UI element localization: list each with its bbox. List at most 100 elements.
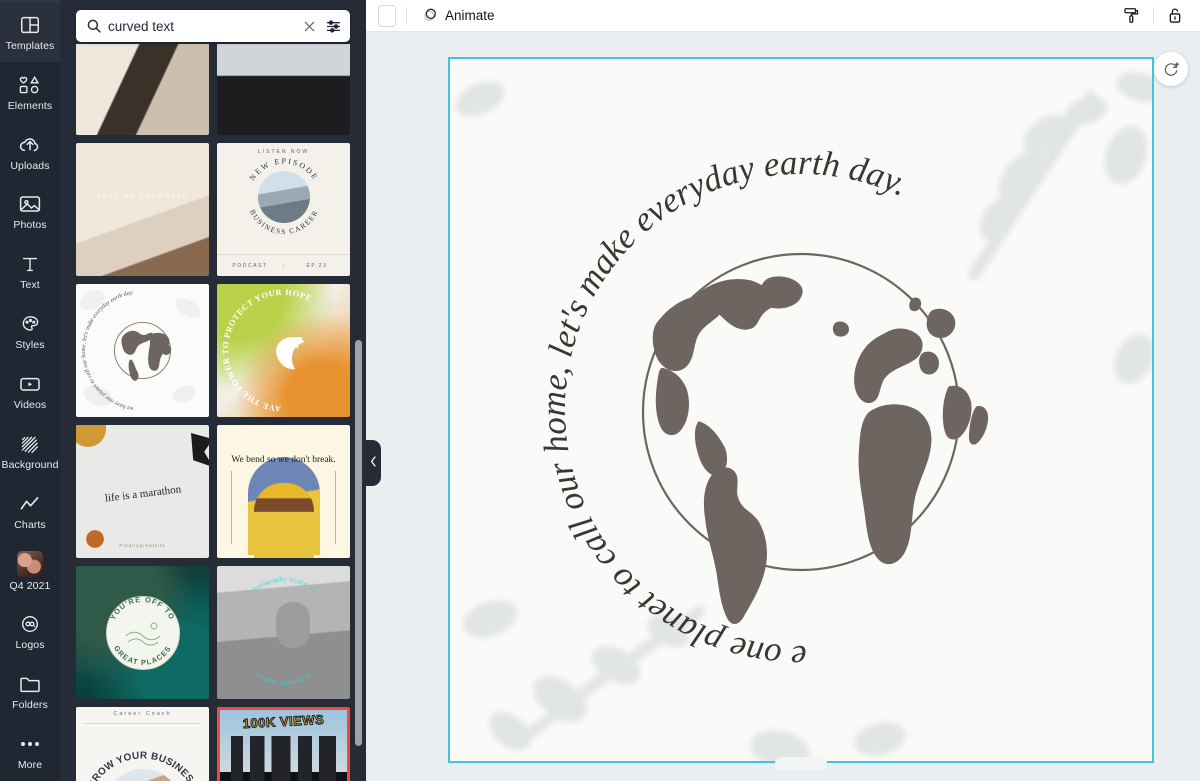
podcast-footer: PODCAST EP.23	[217, 254, 350, 276]
animate-circle-icon	[422, 6, 439, 26]
sidebar-item-uploads[interactable]: Uploads	[0, 122, 60, 182]
top-toolbar: Animate	[366, 0, 1200, 32]
podcast-footer-right: EP.23	[283, 262, 350, 269]
template-tag-text: #reallygreatsite	[119, 543, 166, 548]
template-card[interactable]: Career Coach GROW YOUR BUSINESS Ask me y…	[76, 707, 209, 781]
search-input[interactable]	[108, 18, 296, 34]
decor-line	[231, 471, 232, 544]
animate-label: Animate	[445, 8, 495, 23]
uploads-icon	[18, 133, 42, 157]
templates-icon	[19, 13, 41, 37]
photo-subject	[253, 483, 314, 558]
sidebar-item-background[interactable]: Background	[0, 421, 60, 481]
sidebar-item-logos[interactable]: Logos	[0, 601, 60, 661]
next-page-peek[interactable]	[775, 757, 827, 769]
sidebar-item-label: Photos	[13, 219, 47, 232]
paint-roller-icon[interactable]	[1120, 4, 1143, 27]
decor-line	[335, 471, 336, 544]
globe-template-thumb: we have one planet to call our home, let…	[79, 290, 202, 411]
sidebar-item-label: Logos	[15, 638, 45, 651]
sidebar-item-videos[interactable]: Videos	[0, 362, 60, 422]
template-card[interactable]	[76, 44, 209, 135]
filter-sliders-icon[interactable]	[325, 18, 342, 35]
globe-continents	[652, 276, 989, 624]
sidebar-item-templates[interactable]: Templates	[0, 2, 60, 62]
sidebar-item-label: More	[17, 758, 43, 771]
templates-panel: JUST BE YOURSELF LISTEN NOW NEW EPISODE	[60, 0, 366, 781]
sidebar-item-elements[interactable]: Elements	[0, 62, 60, 122]
template-main-text: We bend so we don't break.	[231, 455, 336, 465]
template-card[interactable]	[217, 44, 350, 135]
sidebar-item-folders[interactable]: Folders	[0, 661, 60, 721]
template-card[interactable]: LISTEN NOW NEW EPISODE BUSINESS CAREER P…	[217, 143, 350, 276]
sidebar-item-photos[interactable]: Photos	[0, 182, 60, 242]
sidebar-item-label: Templates	[5, 39, 55, 52]
close-icon[interactable]	[302, 19, 317, 34]
chevron-left-icon	[370, 454, 377, 472]
svg-text:GROW YOUR BUSINESS: GROW YOUR BUSINESS	[86, 750, 200, 781]
app-root: Templates Elements Uploads Photos Text S…	[0, 0, 1200, 781]
duplicate-page-icon[interactable]	[1154, 52, 1188, 86]
template-card[interactable]: we have one planet to call our home, let…	[76, 284, 209, 417]
podcast-photo	[257, 171, 310, 223]
left-rail: Templates Elements Uploads Photos Text S…	[0, 0, 60, 781]
template-card[interactable]: We bend so we don't break.	[217, 425, 350, 558]
sidebar-item-charts[interactable]: Charts	[0, 481, 60, 541]
sidebar-item-label: Text	[20, 279, 40, 292]
podcast-footer-left: PODCAST	[232, 262, 268, 269]
template-card[interactable]: YOU'RE OFF TO GREAT PLACES	[76, 566, 209, 699]
sidebar-item-label: Charts	[14, 519, 46, 532]
svg-text:GREAT PLACES: GREAT PLACES	[112, 644, 173, 667]
sidebar-item-label: Folders	[12, 698, 48, 711]
sidebar-item-more[interactable]: More	[0, 721, 60, 781]
text-icon	[19, 252, 41, 276]
animate-button[interactable]: Animate	[417, 3, 500, 29]
results-grid: JUST BE YOURSELF LISTEN NOW NEW EPISODE	[76, 44, 350, 781]
sidebar-item-label: Q4 2021	[9, 580, 51, 592]
logos-icon	[18, 612, 42, 636]
panel-scrollbar[interactable]	[355, 340, 362, 746]
sidebar-item-label: Elements	[7, 99, 53, 112]
charts-icon	[18, 492, 42, 516]
sidebar-item-label: Uploads	[10, 159, 50, 172]
photo-thumbnail-icon	[17, 551, 43, 577]
panel-collapse-handle[interactable]	[366, 440, 381, 486]
template-overlay-text: JUST BE YOURSELF	[96, 193, 189, 200]
globe-circular-text-design[interactable]: we have one planet to call our home, let…	[529, 119, 1061, 677]
template-card[interactable]: life is a marathon #reallygreatsite	[76, 425, 209, 558]
template-card[interactable]: photography studio inc creative clothing…	[217, 566, 350, 699]
template-card[interactable]: 100K VIEWS TRICKSTER	[217, 707, 350, 781]
page-color-swatch[interactable]	[378, 4, 396, 27]
canvas-wrapper[interactable]: we have one planet to call our home, let…	[448, 57, 1154, 769]
decor-shape	[191, 433, 209, 467]
template-card[interactable]: JUST BE YOURSELF	[76, 143, 209, 276]
styles-icon	[19, 312, 42, 336]
design-canvas[interactable]: we have one planet to call our home, let…	[448, 57, 1154, 763]
elements-icon	[18, 73, 42, 97]
template-card[interactable]: YOU HAVE THE POWER TO PROTECT YOUR HOPE	[217, 284, 350, 417]
photo-group	[224, 736, 343, 781]
toolbar-divider	[406, 6, 407, 25]
jungle-arc-text: YOU'RE OFF TO GREAT PLACES	[108, 595, 177, 667]
sidebar-item-label: Styles	[15, 339, 45, 352]
main-area: Animate we have one planet to call our h…	[366, 0, 1200, 781]
svg-text:YOU'RE OFF TO: YOU'RE OFF TO	[108, 595, 177, 622]
sidebar-item-styles[interactable]: Styles	[0, 302, 60, 362]
svg-text:photography studio inc: photography studio inc	[249, 576, 319, 595]
canvas-stage[interactable]: we have one planet to call our home, let…	[366, 32, 1200, 781]
template-main-text: life is a marathon	[103, 483, 182, 505]
search-box[interactable]	[76, 10, 350, 42]
unlock-icon[interactable]	[1164, 4, 1186, 27]
videos-icon	[18, 372, 42, 396]
dove-template-thumb: YOU HAVE THE POWER TO PROTECT YOUR HOPE	[217, 284, 313, 413]
sidebar-item-label: Background	[1, 459, 59, 472]
sidebar-item-q4-2021[interactable]: Q4 2021	[0, 541, 60, 601]
results-scroll-area[interactable]: JUST BE YOURSELF LISTEN NOW NEW EPISODE	[60, 44, 366, 781]
svg-text:creative clothing co: creative clothing co	[255, 671, 313, 687]
background-icon	[18, 432, 42, 456]
more-icon	[21, 732, 39, 756]
model-arc-text: photography studio inc creative clothing…	[249, 576, 319, 687]
toolbar-divider	[1153, 6, 1154, 25]
sidebar-item-text[interactable]: Text	[0, 242, 60, 302]
svg-text:YOU HAVE THE POWER TO PROTECT: YOU HAVE THE POWER TO PROTECT YOUR HOPE	[217, 284, 313, 413]
